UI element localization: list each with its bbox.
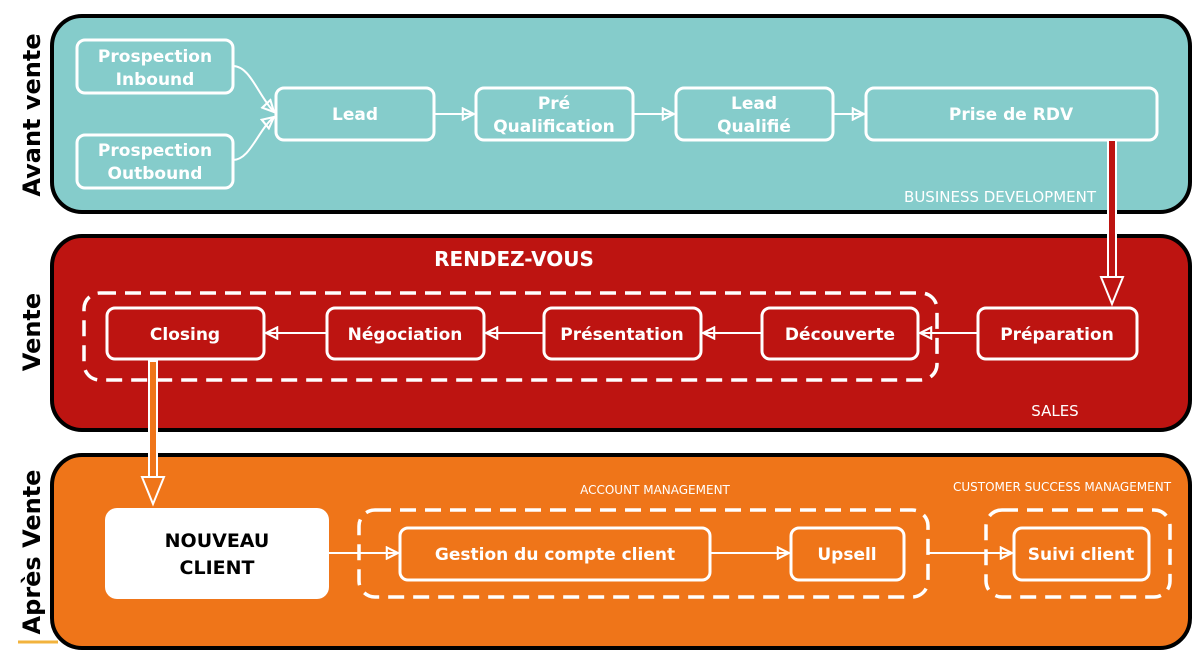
lane-label-apres-vente: Après Vente [18, 470, 46, 635]
group-customer-success: CUSTOMER SUCCESS MANAGEMENT [953, 480, 1172, 494]
svg-text:Upsell: Upsell [817, 545, 876, 565]
svg-text:Prospection: Prospection [98, 141, 212, 161]
svg-text:Outbound: Outbound [108, 164, 203, 184]
group-account-management: ACCOUNT MANAGEMENT [580, 483, 730, 497]
sales-process-diagram: Avant vente Vente Après Vente Prospectio… [18, 14, 1192, 650]
svg-text:Inbound: Inbound [116, 70, 195, 90]
team-business-development: BUSINESS DEVELOPMENT [904, 188, 1097, 206]
svg-text:CLIENT: CLIENT [180, 557, 255, 579]
svg-text:Closing: Closing [150, 325, 220, 345]
svg-text:Lead: Lead [332, 105, 378, 125]
svg-text:Négociation: Négociation [348, 325, 463, 345]
svg-text:Lead: Lead [731, 94, 777, 114]
svg-text:Qualifié: Qualifié [717, 117, 791, 137]
group-rendez-vous: RENDEZ-VOUS [434, 247, 594, 271]
svg-text:NOUVEAU: NOUVEAU [165, 530, 270, 552]
lane-label-vente: Vente [18, 293, 46, 371]
svg-text:Préparation: Préparation [1000, 325, 1114, 345]
lane-label-avant-vente: Avant vente [18, 33, 46, 196]
team-sales: SALES [1031, 402, 1078, 420]
svg-text:Pré: Pré [538, 94, 570, 114]
svg-text:Suivi client: Suivi client [1028, 545, 1135, 565]
svg-text:Qualification: Qualification [493, 117, 615, 137]
svg-text:Présentation: Présentation [560, 325, 683, 345]
step-nouveau-client: NOUVEAU CLIENT [105, 508, 329, 599]
svg-text:Gestion du compte client: Gestion du compte client [435, 545, 675, 565]
svg-text:Découverte: Découverte [785, 325, 895, 345]
svg-text:Prospection: Prospection [98, 47, 212, 67]
svg-text:Prise de RDV: Prise de RDV [949, 105, 1074, 125]
